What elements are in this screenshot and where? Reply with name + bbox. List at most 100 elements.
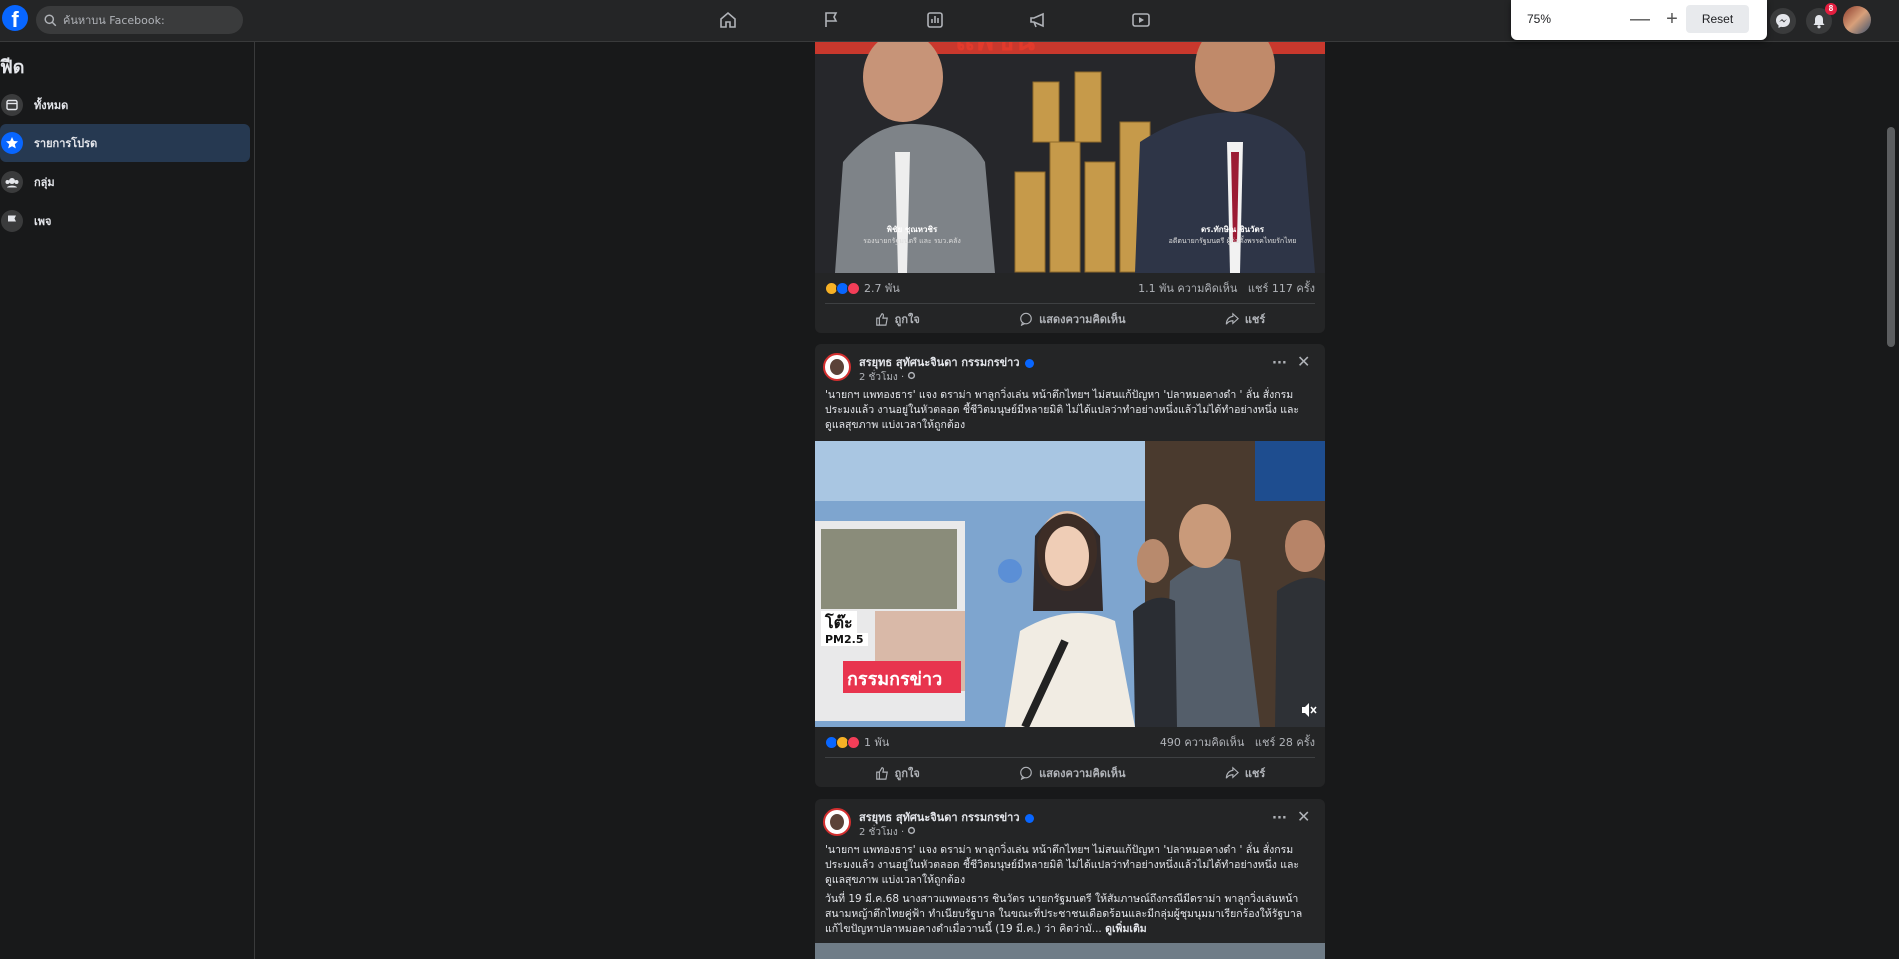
hide-post-button[interactable]: ✕ (1297, 807, 1310, 826)
sidebar-item-favorites[interactable]: รายการโปรด (0, 124, 250, 162)
zoom-value: 75% (1527, 12, 1552, 26)
like-button[interactable]: ถูกใจ (875, 310, 920, 328)
messenger-icon (1776, 14, 1790, 28)
author-name-text: สรยุทธ สุทัศนะจินดา กรรมกรข่าว (859, 356, 1020, 369)
sidebar-item-label: รายการโปรด (34, 137, 98, 150)
comment-count[interactable]: 1.1 พัน ความคิดเห็น (1138, 282, 1237, 295)
image-caption-name: พิชัย ชุณหวชิร (886, 225, 938, 234)
post-time[interactable]: 2 ชั่วโมง · (859, 825, 916, 840)
see-more-link[interactable]: ดูเพิ่มเติม (1105, 923, 1147, 935)
post-actions: ถูกใจ แสดงความคิดเห็น แชร์ (825, 757, 1315, 787)
post-text-continued: วันที่ 19 มี.ค.68 นางสาวแพทองธาร ชินวัตร… (815, 888, 1325, 937)
share-icon (1225, 311, 1239, 325)
home-icon[interactable] (718, 10, 738, 30)
post-image[interactable]: แพ้ชน พิชัย ชุณหวชิร รองนายกรัฐมนตรี และ… (815, 42, 1325, 273)
post-card: แพ้ชน พิชัย ชุณหวชิร รองนายกรัฐมนตรี และ… (815, 42, 1325, 333)
share-count[interactable]: แชร์ 28 ครั้ง (1255, 736, 1315, 749)
post-video[interactable]: โต๊ะ PM2.5 กรรมกรข่าว (815, 441, 1325, 727)
svg-text:แพ้ชน: แพ้ชน (955, 42, 1035, 58)
sidebar-item-pages[interactable]: เพจ (0, 202, 250, 240)
feed-icon (1, 94, 23, 116)
page-scrollbar[interactable] (1883, 42, 1899, 959)
scrollbar-thumb[interactable] (1887, 127, 1895, 347)
more-options-button[interactable]: ··· (1272, 811, 1287, 826)
search-input[interactable] (63, 13, 223, 27)
author-avatar[interactable] (823, 808, 851, 836)
sidebar-item-label: กลุ่ม (34, 176, 55, 189)
left-sidebar: ฟีด ทั้งหมด รายการโปรด กลุ่ม เพจ (0, 42, 255, 959)
facebook-logo[interactable]: f (2, 5, 28, 32)
image-caption-role: รองนายกรัฐมนตรี และ รมว.คลัง (863, 237, 961, 245)
author-name[interactable]: สรยุทธ สุทัศนะจินดา กรรมกรข่าว (859, 808, 1034, 826)
share-icon (1225, 765, 1239, 779)
mute-icon[interactable] (1300, 701, 1318, 719)
messenger-button[interactable] (1770, 8, 1796, 34)
image-caption-name: ดร.ทักษิณ ชินวัตร (1200, 225, 1264, 234)
like-button[interactable]: ถูกใจ (875, 764, 920, 782)
verified-badge-icon (1024, 358, 1034, 368)
love-reaction-icon (847, 735, 860, 749)
zoom-out-button[interactable]: — (1625, 4, 1655, 34)
comment-icon (1020, 766, 1032, 780)
comment-label: แสดงความคิดเห็น (1039, 766, 1126, 780)
share-label: แชร์ (1244, 766, 1266, 780)
post-time-text: 2 ชั่วโมง · (859, 372, 905, 383)
like-label: ถูกใจ (894, 766, 920, 780)
reactions-summary[interactable]: 2.7 พัน (825, 279, 900, 297)
reaction-count: 1 พัน (864, 736, 890, 749)
insights-icon[interactable] (925, 10, 945, 30)
post-image[interactable] (815, 943, 1325, 959)
post-time-text: 2 ชั่วโมง · (859, 827, 905, 838)
share-count[interactable]: แชร์ 117 ครั้ง (1248, 282, 1315, 295)
sidebar-item-all[interactable]: ทั้งหมด (0, 86, 250, 124)
comment-count[interactable]: 490 ความคิดเห็น (1160, 736, 1245, 749)
post-card: สรยุทธ สุทัศนะจินดา กรรมกรข่าว 2 ชั่วโมง… (815, 344, 1325, 787)
account-avatar[interactable] (1843, 6, 1871, 34)
image-caption-role: อดีตนายกรัฐมนตรี ผู้ก่อตั้งพรรคไทยรักไทย (1168, 237, 1297, 245)
groups-icon (1, 171, 23, 193)
reaction-count: 2.7 พัน (864, 282, 900, 295)
post-time[interactable]: 2 ชั่วโมง · (859, 370, 916, 385)
search-box[interactable] (36, 6, 243, 34)
top-navigation-bar: f 75% — + Reset 8 (0, 0, 1899, 42)
verified-badge-icon (1024, 813, 1034, 823)
love-reaction-icon (847, 281, 860, 295)
sidebar-item-label: เพจ (34, 215, 52, 228)
post-card: สรยุทธ สุทัศนะจินดา กรรมกรข่าว 2 ชั่วโมง… (815, 799, 1325, 959)
sidebar-title: ฟีด (0, 57, 25, 78)
hide-post-button[interactable]: ✕ (1297, 352, 1310, 371)
share-button[interactable]: แชร์ (1225, 764, 1265, 782)
zoom-popup: 75% — + Reset (1511, 0, 1767, 40)
notification-badge: 8 (1825, 3, 1837, 15)
flag-icon[interactable] (821, 10, 841, 30)
more-options-button[interactable]: ··· (1272, 356, 1287, 371)
video-icon[interactable] (1131, 10, 1151, 30)
zoom-in-button[interactable]: + (1657, 4, 1687, 34)
author-avatar[interactable] (823, 353, 851, 381)
comment-button[interactable]: แสดงความคิดเห็น (1019, 310, 1125, 328)
comment-label: แสดงความคิดเห็น (1039, 312, 1126, 326)
thumbs-up-icon (875, 766, 888, 780)
author-name[interactable]: สรยุทธ สุทัศนะจินดา กรรมกรข่าว (859, 353, 1034, 371)
post-text: 'นายกฯ แพทองธาร' แจง ดราม่า พาลูกวิ่งเล่… (825, 844, 1300, 886)
privacy-gear-icon (908, 826, 916, 835)
zoom-reset-button[interactable]: Reset (1686, 5, 1749, 33)
post-header: สรยุทธ สุทัศนะจินดา กรรมกรข่าว 2 ชั่วโมง… (815, 344, 1325, 388)
star-icon (1, 132, 23, 154)
share-button[interactable]: แชร์ (1225, 310, 1265, 328)
flag-icon (1, 210, 23, 232)
comment-button[interactable]: แสดงความคิดเห็น (1019, 764, 1125, 782)
post-actions: ถูกใจ แสดงความคิดเห็น แชร์ (825, 303, 1315, 333)
megaphone-icon[interactable] (1028, 10, 1048, 30)
reactions-summary[interactable]: 1 พัน (825, 733, 889, 751)
sidebar-item-groups[interactable]: กลุ่ม (0, 163, 250, 201)
like-label: ถูกใจ (894, 312, 920, 326)
author-name-text: สรยุทธ สุทัศนะจินดา กรรมกรข่าว (859, 811, 1020, 824)
sidebar-item-label: ทั้งหมด (34, 99, 69, 112)
share-label: แชร์ (1244, 312, 1266, 326)
post-stats: 1 พัน 490 ความคิดเห็น แชร์ 28 ครั้ง (815, 727, 1325, 757)
post-stats: 2.7 พัน 1.1 พัน ความคิดเห็น แชร์ 117 ครั… (815, 273, 1325, 303)
video-fragment-text: PM2.5 (821, 633, 868, 646)
post-text-body: วันที่ 19 มี.ค.68 นางสาวแพทองธาร ชินวัตร… (825, 893, 1303, 935)
post-text: 'นายกฯ แพทองธาร' แจง ดราม่า พาลูกวิ่งเล่… (825, 389, 1300, 431)
